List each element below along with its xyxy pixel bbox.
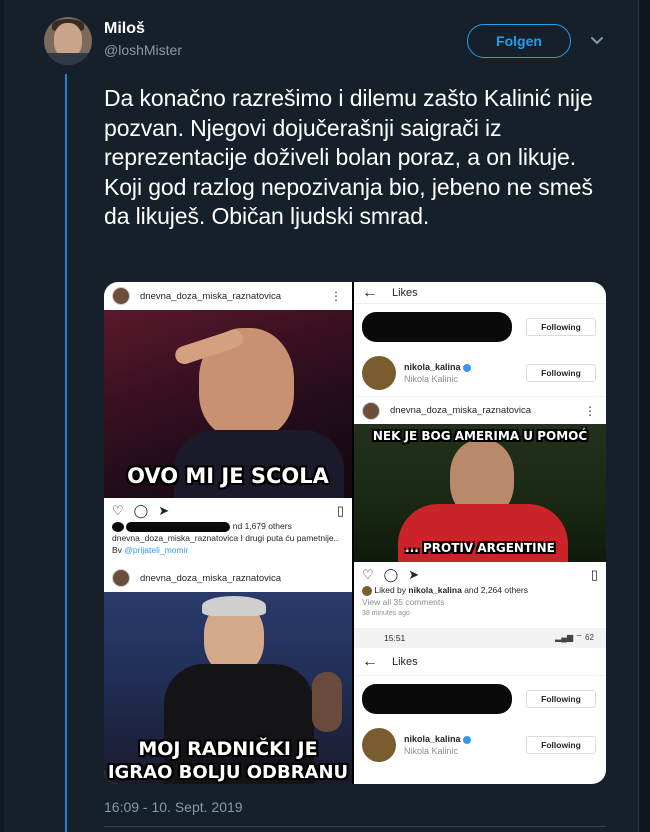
media-top-left: dnevna_doza_miska_raznatovica ⋮ OVO MI J… [104,282,352,564]
meme-bottom-caption: ... PROTIV ARGENTINE [405,541,555,555]
account-name: dnevna_doza_miska_raznatovica [390,405,532,416]
liked-by-suffix: and 2,264 others [464,585,528,595]
time-ago: 38 minutes ago [362,610,410,617]
back-arrow-icon: ← [362,652,378,670]
post-header: dnevna_doza_miska_raznatovica ⋮ [104,282,352,310]
user-full-name: Nikola Kalinic [404,746,459,756]
share-icon: ➤ [158,503,170,518]
media-right: ← Likes Following nikola_kalina Nikola K… [354,282,606,784]
comment-icon: ◯ [133,503,149,518]
meme-photo: NEK JE BOG AMERIMA U POMOĆ ... PROTIV AR… [354,424,606,562]
heart-icon: ♡ [362,567,374,582]
thread-line [65,74,67,832]
status-icons: ▂▄▆ ⌔ 62 [555,633,594,642]
following-button: Following [526,318,596,336]
author-name[interactable]: Miloš [104,20,145,38]
verified-icon [462,363,471,372]
meme-caption-line1: MOJ RADNIČKI JE [138,738,318,760]
comment-icon: ◯ [383,567,399,582]
chevron-down-icon[interactable] [588,32,606,50]
post-actions: ♡ ◯ ➤ ▯ [104,498,352,520]
post-header: dnevna_doza_miska_raznatovica [104,564,352,592]
user-full-name: Nikola Kalinic [404,374,459,384]
scrollbar[interactable] [638,0,650,832]
meme-caption-line2: IGRAO BOLJU ODBRANU [107,762,349,783]
meme-top-caption: NEK JE BOG AMERIMA U POMOĆ [372,429,588,443]
meme-photo: OVO MI JE SCOLA [104,310,352,498]
credit-line: Bv @prijateli_momir [104,544,352,556]
window-edge-left [0,0,4,832]
avatar[interactable] [44,17,92,65]
likes-title: Likes [392,655,418,668]
account-avatar [362,401,380,420]
post-header: dnevna_doza_miska_raznatovica ⋮ [354,396,606,424]
bookmark-icon: ▯ [336,503,344,518]
user-avatar [362,728,396,762]
post-caption: dnevna_doza_miska_raznatovica I drugi pu… [112,533,339,543]
following-button: Following [526,736,596,754]
meme-caption: OVO MI JE SCOLA [127,464,329,488]
more-dots-icon: ⋮ [330,289,342,303]
tweet-timestamp[interactable]: 16:09 - 10. Sept. 2019 [104,799,243,815]
divider [104,826,606,827]
likes-line: nd 1,679 others [104,520,352,532]
phone-status-bar: 15:51 ▂▄▆ ⌔ 62 [354,628,606,648]
user-name: nikola_kalina [404,362,461,372]
liked-by-line: Liked by nikola_kalina and 2,264 others [354,584,606,596]
tweet-text: Da konačno razrešimo i dilemu zašto Kali… [104,85,593,230]
following-button: Following [526,364,596,382]
liked-by-prefix: Liked by [374,585,407,595]
tweet-media[interactable]: dnevna_doza_miska_raznatovica ⋮ OVO MI J… [104,282,606,784]
likes-row-user: nikola_kalina Nikola Kalinic Following [354,722,606,768]
media-bottom-left: dnevna_doza_miska_raznatovica MOJ RADNIČ… [104,564,352,784]
liked-by-user: nikola_kalina [408,585,462,595]
heart-icon: ♡ [112,503,124,518]
account-name: dnevna_doza_miska_raznatovica [140,572,282,584]
share-icon: ➤ [408,567,420,582]
likes-header: ← Likes [354,648,606,676]
likes-row-hidden: Following [354,676,606,722]
bookmark-icon: ▯ [590,567,598,582]
status-time: 15:51 [384,633,406,643]
post-actions: ♡ ◯ ➤ ▯ [354,562,606,584]
account-avatar [112,287,130,305]
likes-header: ← Likes [354,282,606,304]
likes-row-user: nikola_kalina Nikola Kalinic Following [354,350,606,396]
account-name: dnevna_doza_miska_raznatovica [140,290,282,302]
meme-photo: MOJ RADNIČKI JE IGRAO BOLJU ODBRANU [104,592,352,784]
battery-level: 62 [585,633,594,642]
user-name: nikola_kalina [404,734,461,744]
following-button: Following [526,690,596,708]
verified-icon [462,735,471,744]
more-dots-icon: ⋮ [584,403,596,418]
author-handle[interactable]: @loshMister [104,42,182,58]
view-comments: View all 35 comments [362,597,445,607]
user-avatar [362,356,396,390]
credit-link: @prijateli_momir [124,545,189,555]
credit-prefix: Bv [112,545,122,555]
likes-count: nd 1,679 others [232,521,292,531]
likes-title: Likes [392,286,418,299]
account-avatar [112,569,130,587]
back-arrow-icon: ← [362,283,378,301]
likes-row-hidden: Following [354,304,606,350]
follow-button[interactable]: Folgen [467,24,571,58]
